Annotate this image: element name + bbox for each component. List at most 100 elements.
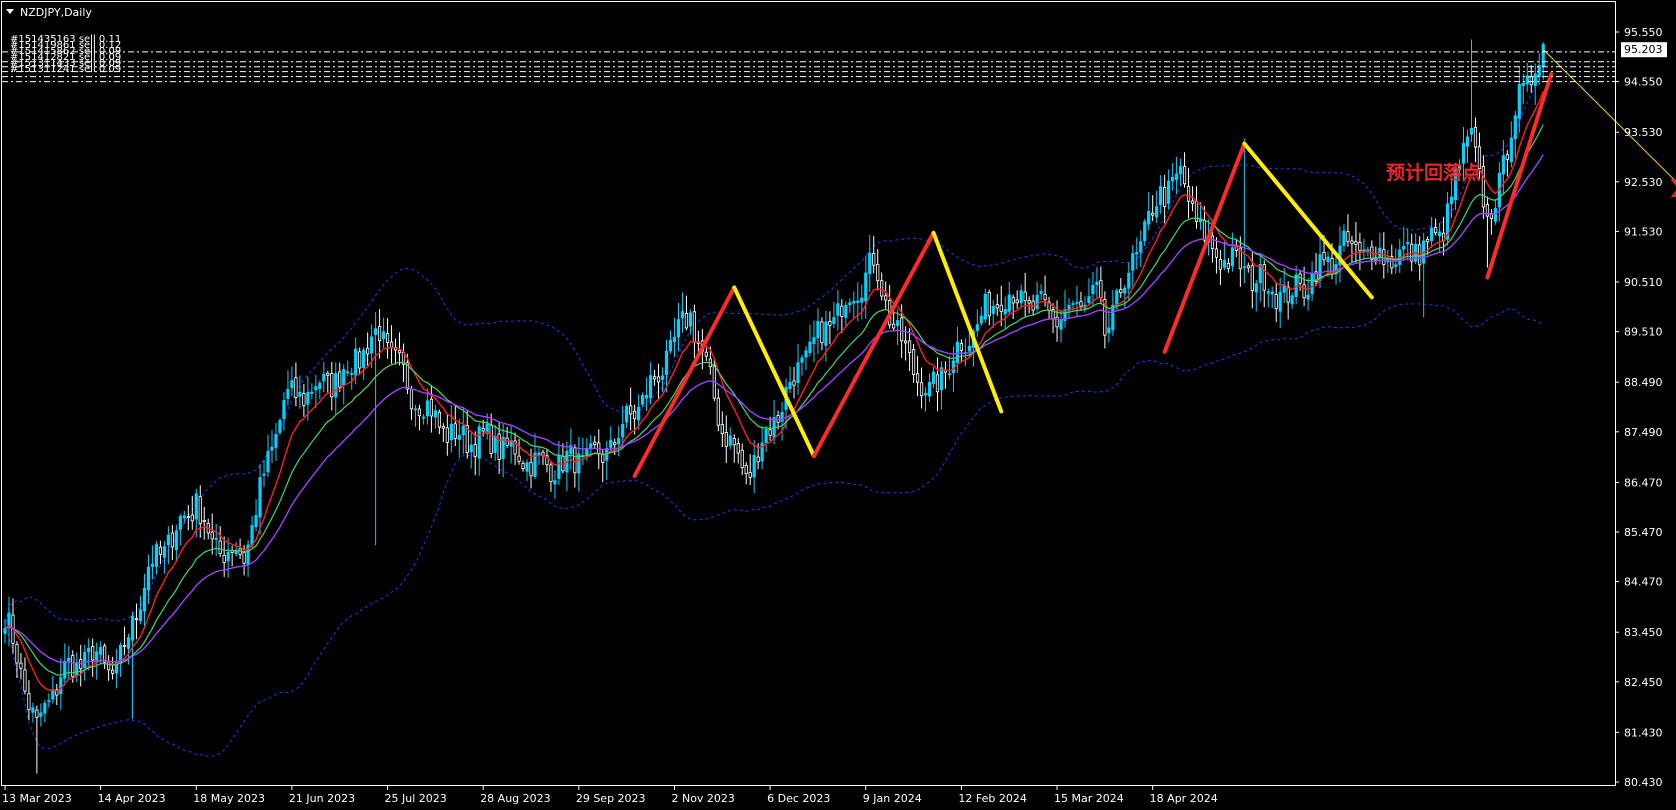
candle-body[interactable] [629, 405, 633, 415]
candle-body[interactable] [1171, 176, 1175, 182]
candle-body[interactable] [59, 677, 63, 695]
candle-body[interactable] [804, 350, 808, 358]
candle-body[interactable] [557, 454, 561, 479]
candle-body[interactable] [91, 646, 95, 661]
candle-body[interactable] [23, 669, 27, 692]
candle-body[interactable] [684, 312, 689, 329]
candle-body[interactable] [433, 410, 437, 418]
candle-body[interactable] [338, 371, 342, 388]
candle-body[interactable] [919, 382, 924, 397]
candle-body[interactable] [824, 321, 828, 346]
candle-body[interactable] [672, 336, 677, 343]
candle-body[interactable] [1095, 281, 1099, 285]
candle-body[interactable] [808, 341, 812, 353]
candle-body[interactable] [334, 373, 338, 398]
candle-body[interactable] [931, 371, 936, 384]
candle-body[interactable] [27, 693, 31, 711]
candle-body[interactable] [656, 376, 661, 383]
candle-body[interactable] [381, 331, 386, 340]
candle-body[interactable] [1135, 252, 1139, 255]
candle-body[interactable] [47, 700, 51, 703]
candle-body[interactable] [174, 530, 178, 551]
candle-body[interactable] [1190, 200, 1195, 204]
candle-body[interactable] [744, 465, 748, 474]
candle-body[interactable] [166, 534, 170, 546]
candle-body[interactable] [1119, 289, 1123, 293]
candle-body[interactable] [146, 566, 151, 591]
candle-body[interactable] [625, 405, 629, 423]
candle-body[interactable] [613, 441, 617, 446]
candle-body[interactable] [967, 345, 971, 352]
candle-body[interactable] [1509, 137, 1513, 163]
candle-body[interactable] [1322, 252, 1326, 261]
candle-body[interactable] [130, 615, 135, 641]
candle-body[interactable] [1131, 253, 1135, 271]
candle-body[interactable] [377, 326, 382, 342]
candle-body[interactable] [1290, 295, 1294, 305]
candle-body[interactable] [477, 426, 481, 459]
candle-body[interactable] [1521, 82, 1525, 87]
candle-body[interactable] [1274, 294, 1278, 309]
candle-body[interactable] [1465, 136, 1470, 147]
candle-body[interactable] [449, 423, 453, 441]
candle-body[interactable] [234, 550, 238, 555]
candle-body[interactable] [589, 443, 593, 449]
candle-body[interactable] [1449, 196, 1454, 204]
candle-body[interactable] [258, 477, 262, 518]
candle-body[interactable] [1186, 186, 1191, 202]
candle-body[interactable] [1294, 274, 1298, 297]
candle-body[interactable] [39, 712, 43, 717]
candle-body[interactable] [437, 411, 441, 428]
candle-body[interactable] [1127, 272, 1131, 289]
candle-body[interactable] [354, 348, 358, 376]
candle-body[interactable] [417, 408, 422, 417]
candle-body[interactable] [75, 661, 79, 676]
candle-body[interactable] [900, 317, 904, 342]
candle-body[interactable] [820, 321, 824, 344]
candle-body[interactable] [983, 293, 987, 320]
candle-body[interactable] [904, 340, 908, 344]
candle-body[interactable] [907, 340, 912, 353]
candle-body[interactable] [776, 414, 780, 423]
candle-body[interactable] [1242, 266, 1246, 269]
candle-body[interactable] [370, 336, 374, 354]
candle-body[interactable] [716, 397, 720, 426]
candle-body[interactable] [1513, 115, 1517, 139]
candle-body[interactable] [409, 388, 414, 410]
candle-body[interactable] [1182, 166, 1187, 185]
candle-body[interactable] [1218, 259, 1223, 270]
candle-body[interactable] [884, 295, 888, 301]
candle-body[interactable] [724, 432, 728, 447]
candle-body[interactable] [3, 628, 7, 634]
candle-body[interactable] [1214, 248, 1219, 258]
candle-body[interactable] [194, 493, 198, 520]
candle-body[interactable] [505, 437, 509, 446]
candle-body[interactable] [1382, 249, 1386, 265]
candle-body[interactable] [621, 423, 625, 438]
candle-body[interactable] [306, 392, 310, 405]
candle-body[interactable] [421, 416, 426, 419]
candle-body[interactable] [1091, 284, 1095, 294]
candle-body[interactable] [995, 304, 999, 309]
candle-body[interactable] [1250, 265, 1254, 292]
candle-body[interactable] [1027, 300, 1031, 304]
candle-body[interactable] [987, 291, 991, 317]
candle-body[interactable] [87, 647, 91, 653]
candle-body[interactable] [242, 552, 246, 564]
candle-body[interactable] [1298, 273, 1302, 284]
candle-body[interactable] [796, 362, 800, 383]
candle-body[interactable] [1155, 206, 1159, 218]
candle-body[interactable] [1075, 302, 1079, 304]
candle-body[interactable] [190, 514, 194, 522]
candle-body[interactable] [1481, 166, 1486, 208]
candle-body[interactable] [397, 350, 402, 354]
candle-body[interactable] [1310, 272, 1314, 295]
candle-body[interactable] [1302, 284, 1306, 299]
candle-body[interactable] [1174, 173, 1179, 180]
candle-body[interactable] [955, 341, 960, 363]
candle-body[interactable] [876, 263, 880, 282]
candle-body[interactable] [1394, 264, 1398, 268]
candle-body[interactable] [880, 280, 884, 297]
candle-body[interactable] [457, 435, 461, 441]
candle-body[interactable] [322, 373, 326, 382]
